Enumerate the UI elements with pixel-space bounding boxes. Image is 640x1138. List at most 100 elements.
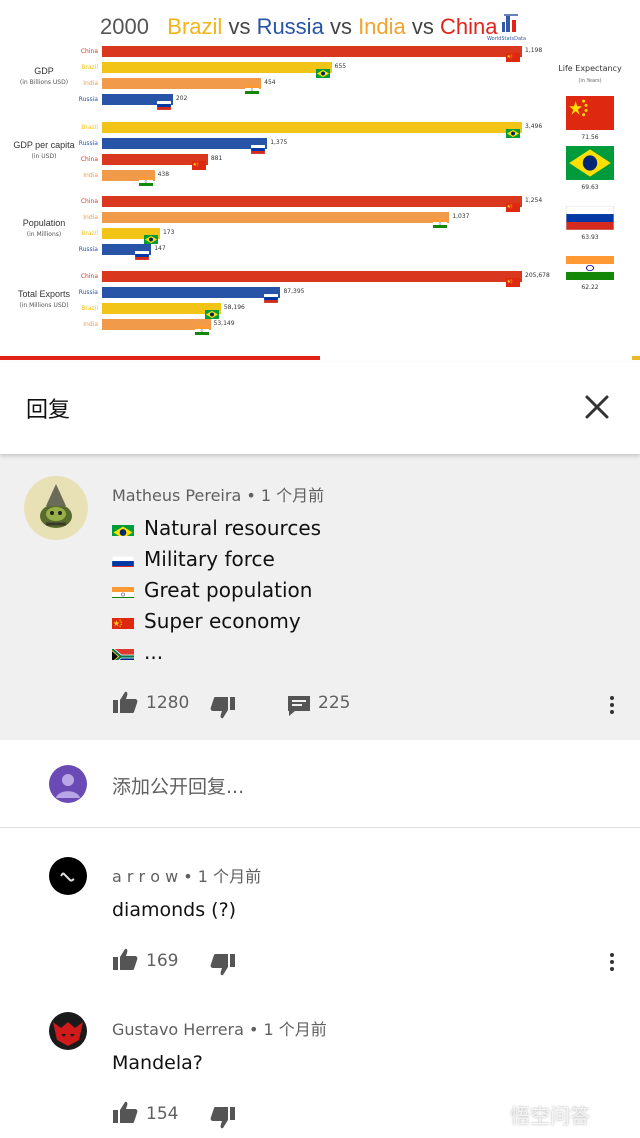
thumbs-down-icon[interactable] [210, 696, 236, 720]
south-africa-flag-icon [112, 645, 134, 660]
comment-text: Mandela? [112, 1052, 203, 1074]
china-flag-icon [191, 155, 206, 170]
bar-value-label: 205,678 [525, 272, 550, 279]
video-progress-bar[interactable] [0, 356, 320, 360]
russia-flag-icon [264, 288, 279, 304]
brazil-flag-icon [204, 304, 219, 319]
comment-line-text: Great population [144, 578, 313, 602]
thumbs-up-icon[interactable] [112, 947, 138, 971]
china-flag-icon [566, 96, 614, 130]
brazil-flag-icon [112, 521, 134, 536]
chart-bar [102, 138, 268, 149]
russia-flag-icon [251, 139, 266, 155]
brazil-flag-icon [315, 63, 330, 78]
india-flag-icon [433, 213, 448, 229]
bar-country-label: Russia [78, 246, 98, 253]
bar-value-label: 454 [264, 79, 276, 86]
brazil-flag-icon [506, 123, 520, 138]
bar-value-label: 1,198 [525, 47, 543, 54]
brazil-flag-icon [143, 229, 158, 244]
thumbs-up-icon[interactable] [112, 690, 138, 714]
avatar[interactable] [24, 476, 88, 540]
comment-author-line: Matheus Pereira • 1 个月前 [112, 482, 324, 506]
thumbs-down-icon[interactable] [210, 953, 236, 977]
more-options-icon[interactable] [607, 694, 617, 718]
video-player[interactable]: 2000 Brazil vs Russia vs India vs China … [0, 0, 640, 362]
bar-value-label: 87,395 [283, 288, 305, 295]
logo-text: WorldStatsData [487, 36, 527, 42]
bar-value-label: 1,375 [270, 139, 288, 146]
bar-value-label: 58,196 [223, 304, 245, 311]
india-flag-icon [112, 583, 134, 598]
bar-value-label: 881 [210, 155, 223, 162]
reply-panel-title: 回复 [26, 398, 71, 423]
bar-country-label: Brazil [81, 124, 98, 131]
bar-country-label: Brazil [81, 230, 98, 237]
thumbs-up-icon[interactable] [112, 1100, 138, 1124]
video-progress-remaining [632, 356, 640, 360]
bar-value-label: 53,149 [213, 320, 235, 327]
chart-bar [102, 303, 221, 314]
reply-comment-icon[interactable] [286, 694, 312, 718]
like-count: 1280 [146, 693, 190, 713]
like-count: 169 [146, 951, 179, 971]
china-flag-icon [506, 197, 520, 212]
comment-text-line: Great population [112, 578, 312, 602]
comment-author[interactable]: Gustavo Herrera [112, 1020, 244, 1039]
india-flag-icon [138, 171, 153, 187]
add-reply-input[interactable]: 添加公开回复... [112, 772, 244, 799]
bar-country-label: Russia [78, 140, 98, 147]
russia-flag-icon [135, 245, 150, 261]
comment-time: • 1 个月前 [241, 486, 325, 505]
comment-time: • 1 个月前 [178, 867, 262, 886]
user-avatar [49, 765, 87, 803]
bar-country-label: India [83, 172, 98, 179]
china-flag-icon [506, 47, 520, 62]
bar-country-label: Russia [78, 289, 98, 296]
bar-country-label: India [83, 80, 98, 87]
bar-country-label: Russia [78, 96, 98, 103]
bar-value-label: 147 [154, 245, 166, 252]
comment-text-line: Super economy [112, 609, 301, 633]
avatar[interactable] [49, 1012, 87, 1050]
life-expectancy-unit: (in Years) [578, 78, 602, 84]
close-icon[interactable] [582, 392, 612, 422]
thumbs-down-icon[interactable] [210, 1106, 236, 1130]
china-flag-icon [506, 272, 520, 287]
life-expectancy-value: 71.56 [581, 134, 599, 141]
comment-line-text: Super economy [144, 609, 301, 633]
comment-line-text: Military force [144, 547, 275, 571]
bar-country-label: India [83, 321, 98, 328]
more-options-icon[interactable] [607, 951, 617, 975]
comment-line-text: Natural resources [144, 516, 322, 540]
bar-value-label: 202 [175, 95, 188, 102]
china-flag-icon [112, 614, 134, 629]
comment-author[interactable]: a r r o w [112, 867, 178, 886]
life-expectancy-title: Life Expectancy [558, 64, 622, 73]
chart-bar [102, 196, 522, 207]
reply-item: a r r o w • 1 个月前 diamonds (?) 169 [0, 829, 640, 981]
bar-country-label: India [83, 214, 98, 221]
reply-count: 225 [318, 693, 351, 713]
life-expectancy-value: 62.22 [581, 284, 599, 291]
russia-flag-icon [156, 95, 171, 111]
chart-bar [102, 78, 262, 89]
reply-panel-header: 回复 [0, 362, 640, 454]
life-expectancy-value: 69.63 [581, 184, 599, 191]
chart-bar [102, 122, 522, 133]
chart-bar [102, 287, 281, 298]
bar-value-label: 1,037 [452, 213, 470, 220]
life-expectancy-value: 63.93 [581, 234, 599, 241]
bar-value-label: 173 [162, 229, 175, 236]
india-flag-icon [245, 79, 260, 95]
comment-text-line: Military force [112, 547, 275, 571]
comment-author-line: a r r o w • 1 个月前 [112, 863, 261, 887]
brazil-flag-icon [566, 146, 614, 180]
bar-country-label: China [80, 48, 98, 55]
russia-flag-icon [112, 552, 134, 567]
like-count: 154 [146, 1104, 179, 1124]
chart-bar [102, 62, 332, 73]
avatar[interactable] [49, 857, 87, 895]
comment-text: diamonds (?) [112, 899, 237, 921]
comment-author[interactable]: Matheus Pereira [112, 486, 241, 505]
